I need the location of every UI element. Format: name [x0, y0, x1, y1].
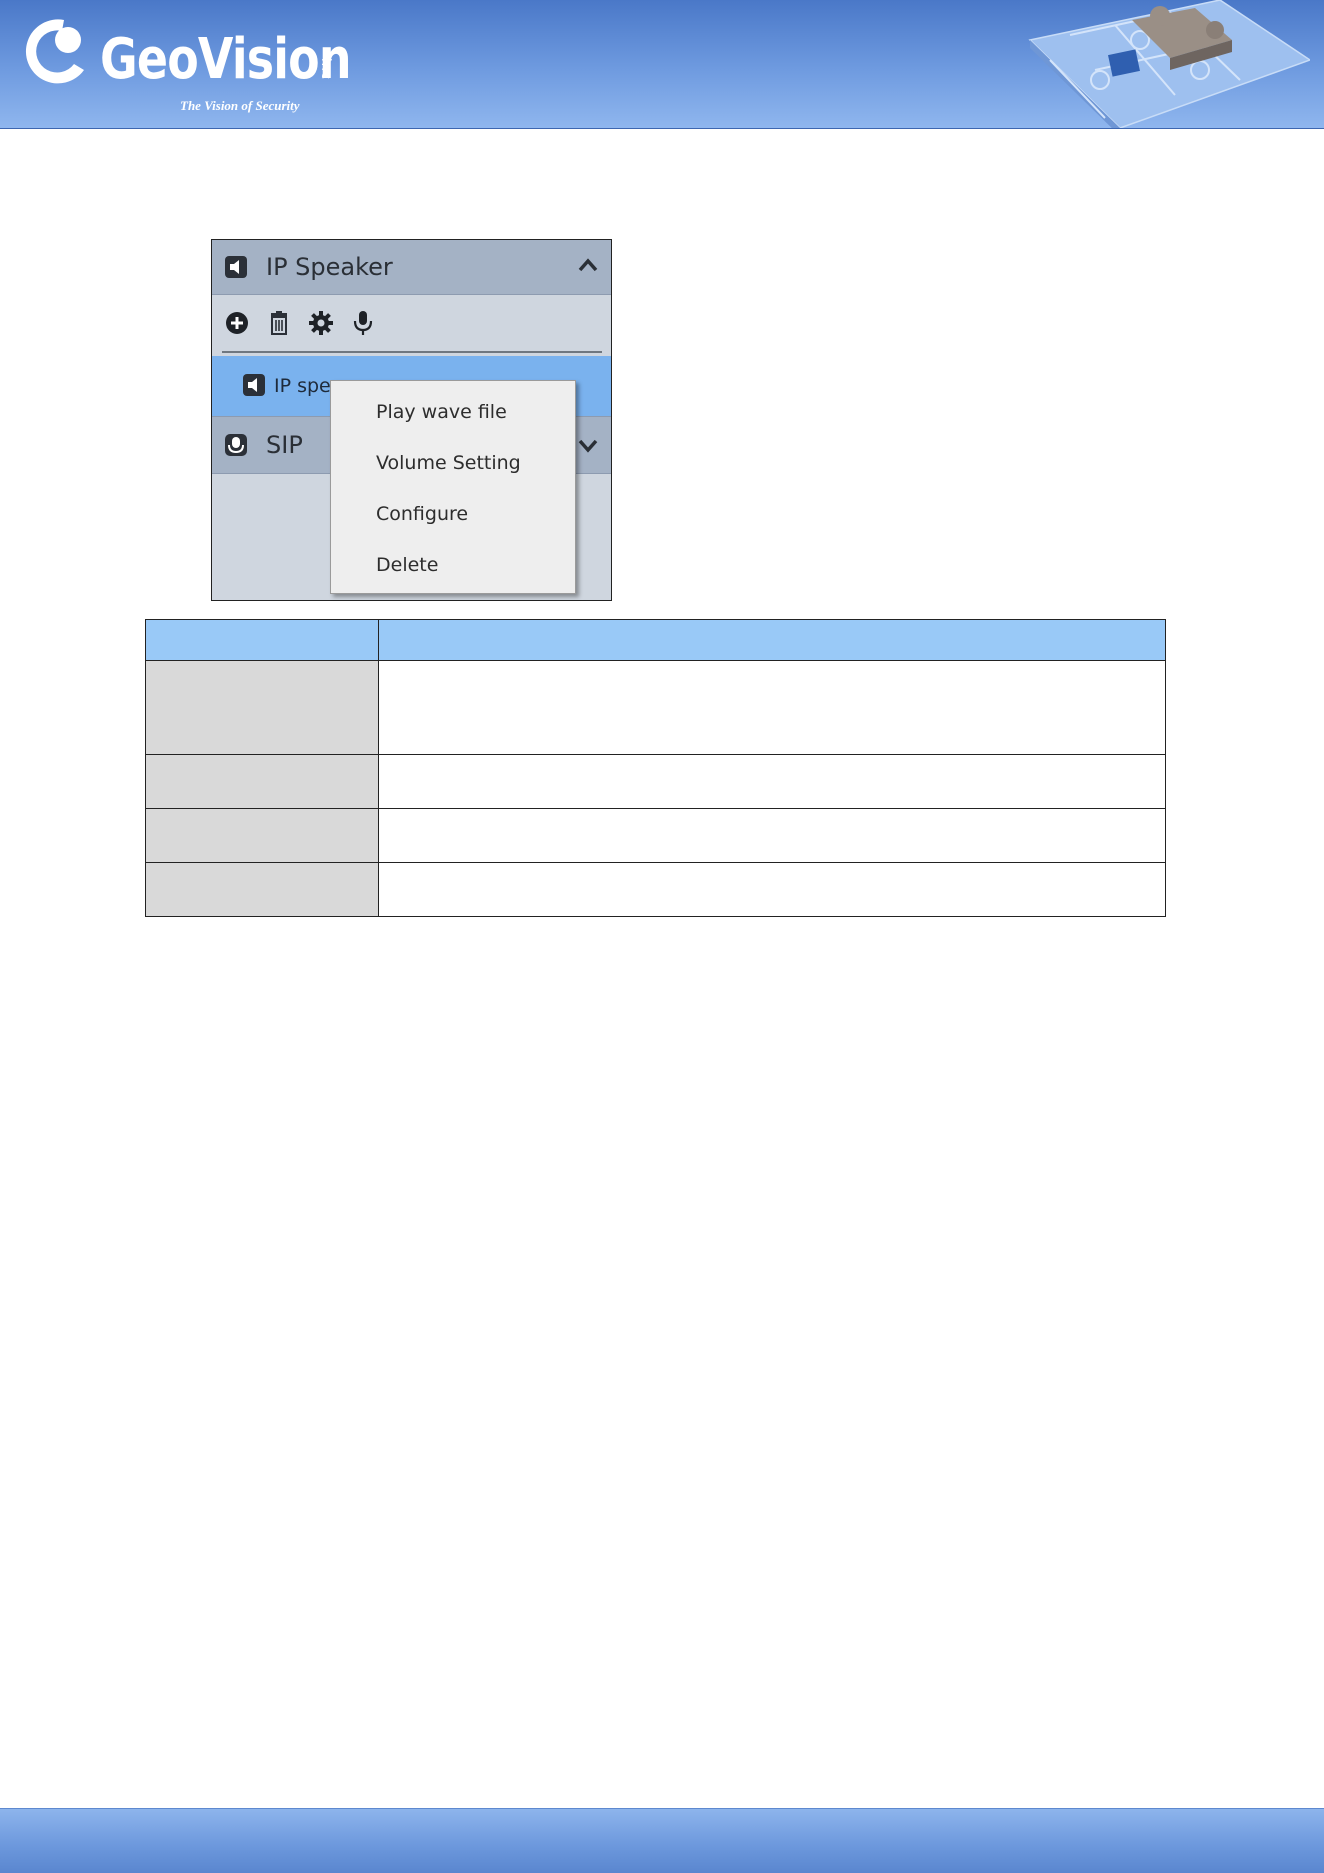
sip-title: SIP — [266, 431, 303, 459]
speaker-icon — [243, 374, 265, 396]
table-value-cell — [378, 808, 1166, 863]
header-banner: GeoVision inc The Vision of Security — [0, 0, 1324, 129]
table-header-cell — [378, 619, 1166, 661]
ip-speaker-title: IP Speaker — [266, 253, 393, 281]
table-row — [145, 862, 1166, 917]
list-item-label: IP spe — [274, 375, 331, 397]
menu-item-play-wave-file[interactable]: Play wave file — [376, 401, 507, 423]
table-header-cell — [145, 619, 379, 661]
table-key-cell — [145, 808, 379, 863]
chevron-down-icon[interactable] — [578, 439, 598, 453]
menu-description-table — [145, 619, 1166, 917]
ip-speaker-section-header[interactable]: IP Speaker — [212, 240, 611, 295]
context-menu: Play wave file Volume Setting Configure … — [330, 380, 576, 594]
geovision-logo-icon — [25, 19, 84, 84]
sip-phone-icon — [225, 434, 247, 456]
table-key-cell — [145, 754, 379, 809]
table-value-cell — [378, 754, 1166, 809]
chevron-up-icon[interactable] — [578, 258, 598, 272]
brand-name: GeoVision — [100, 27, 352, 92]
brand-suffix: inc — [318, 58, 333, 80]
brand-tagline: The Vision of Security — [180, 98, 300, 113]
table-value-cell — [378, 862, 1166, 917]
menu-item-configure[interactable]: Configure — [376, 503, 468, 525]
table-value-cell — [378, 660, 1166, 755]
table-key-cell — [145, 660, 379, 755]
table-row — [145, 808, 1166, 863]
gear-icon[interactable] — [308, 310, 334, 336]
add-icon[interactable] — [224, 310, 250, 336]
trash-icon[interactable] — [266, 310, 292, 336]
toolbar-divider — [222, 351, 602, 353]
section-toolbar — [224, 310, 604, 340]
footer-band — [0, 1808, 1324, 1873]
menu-item-delete[interactable]: Delete — [376, 554, 438, 576]
table-row — [145, 660, 1166, 755]
table-key-cell — [145, 862, 379, 917]
table-row — [145, 754, 1166, 809]
menu-item-volume-setting[interactable]: Volume Setting — [376, 452, 521, 474]
microphone-icon[interactable] — [350, 310, 376, 336]
table-header-row — [145, 619, 1166, 661]
speaker-icon — [225, 256, 247, 278]
puzzle-decoration-icon — [1028, 0, 1310, 128]
